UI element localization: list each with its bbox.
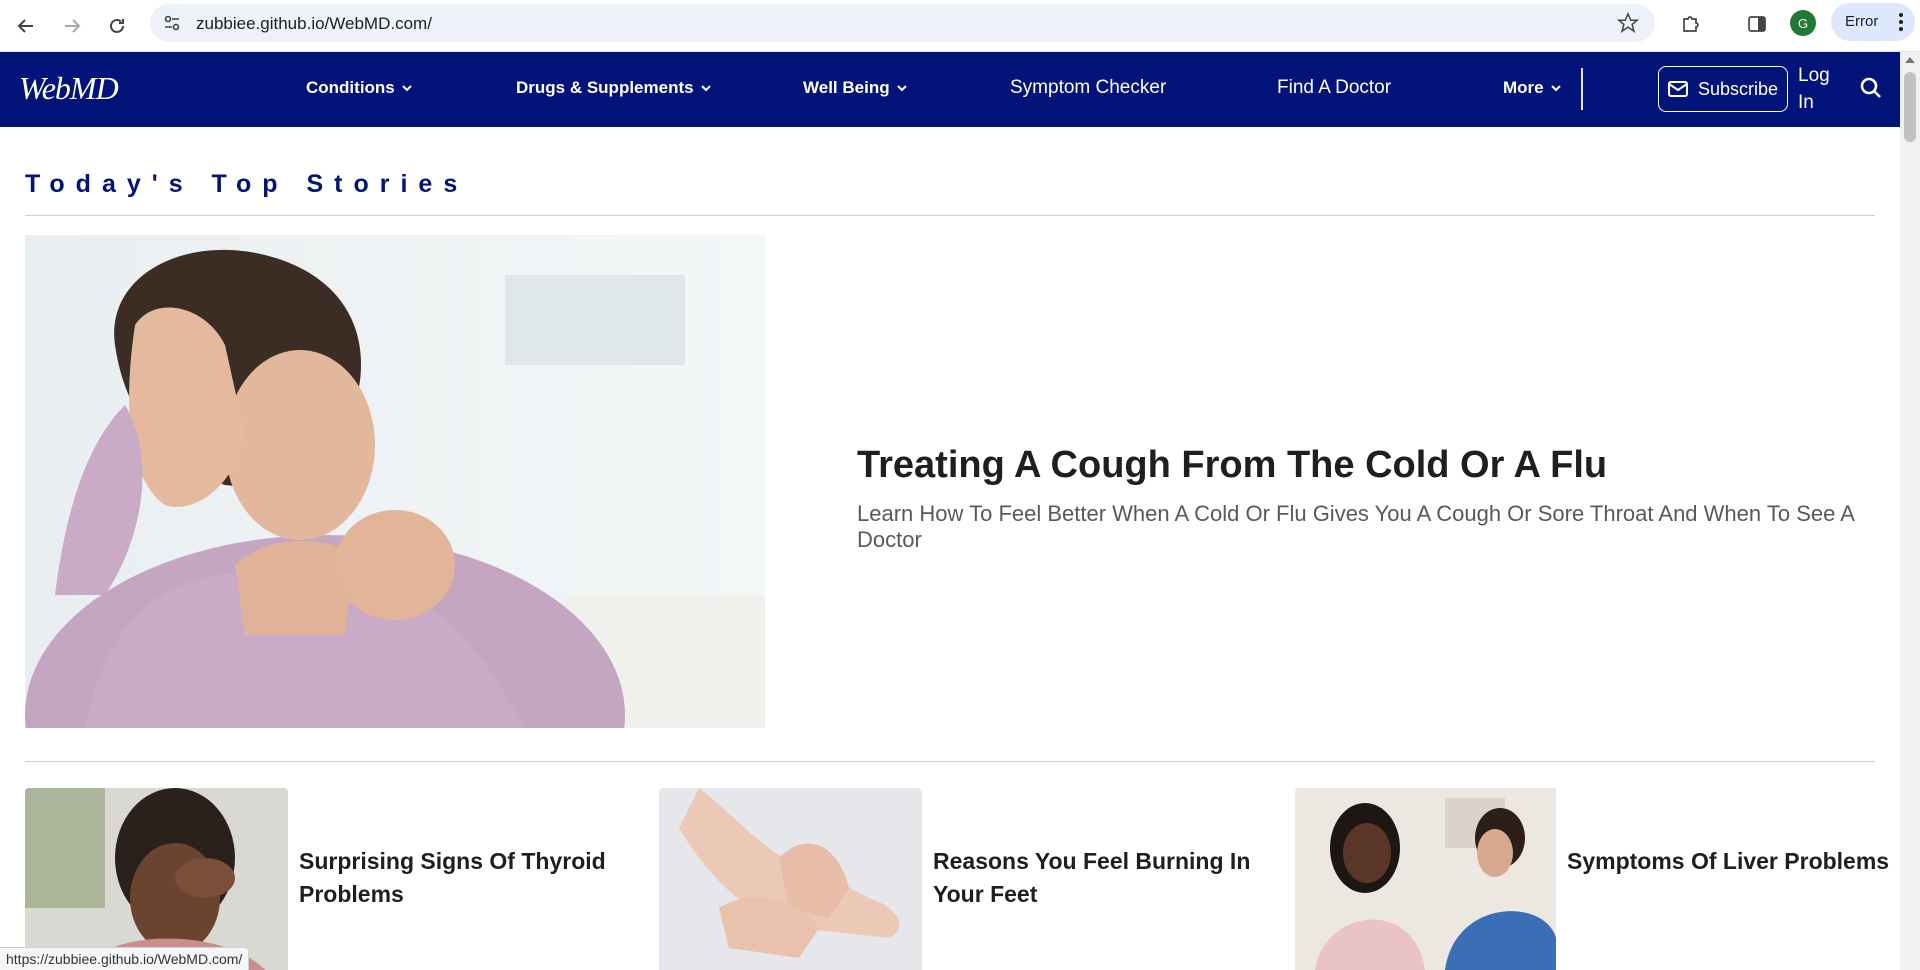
feet-massage-photo: [659, 788, 922, 970]
extensions-button[interactable]: [1678, 11, 1704, 37]
nav-more-label: More: [1503, 78, 1544, 97]
scroll-up-arrow-icon[interactable]: [1905, 57, 1915, 63]
woman-coughing-photo: [25, 235, 765, 728]
back-arrow-icon: [17, 19, 33, 33]
story-card-image[interactable]: [659, 788, 922, 970]
scrollbar-thumb[interactable]: [1904, 72, 1916, 142]
site-header: WebMD Conditions Drugs & Supplements Wel…: [0, 52, 1900, 127]
chevron-down-icon: [402, 85, 412, 92]
nav-symptom-checker[interactable]: Symptom Checker: [1010, 77, 1166, 99]
url-text[interactable]: zubbiee.github.io/WebMD.com/: [196, 14, 432, 34]
browser-toolbar: zubbiee.github.io/WebMD.com/ G Error: [0, 0, 1920, 52]
reload-icon: [110, 18, 124, 33]
forward-button[interactable]: [56, 10, 88, 42]
login-link[interactable]: Log In: [1798, 62, 1838, 116]
hero-subtitle: Learn How To Feel Better When A Cold Or …: [857, 501, 1854, 552]
subscribe-button[interactable]: Subscribe: [1658, 66, 1788, 112]
subscribe-label: Subscribe: [1697, 78, 1779, 99]
nav-conditions-label: Conditions: [306, 78, 395, 97]
nav-conditions[interactable]: Conditions: [306, 78, 413, 98]
chevron-down-icon: [1550, 85, 1561, 92]
search-icon[interactable]: [1860, 77, 1882, 99]
divider: [25, 761, 1875, 762]
envelope-icon: [1667, 81, 1688, 97]
header-divider: [1581, 68, 1583, 110]
hero-headline[interactable]: Treating A Cough From The Cold Or A Flu: [857, 444, 1607, 487]
back-button[interactable]: [10, 10, 42, 42]
address-bar[interactable]: zubbiee.github.io/WebMD.com/: [150, 4, 1655, 42]
site-info-icon[interactable]: [162, 13, 182, 33]
page-scrollbar[interactable]: [1900, 52, 1920, 970]
profile-avatar[interactable]: G: [1790, 10, 1816, 36]
story-card-title[interactable]: Surprising Signs Of Thyroid Problems: [299, 845, 629, 911]
error-label: Error: [1845, 13, 1879, 30]
nav-find-a-doctor[interactable]: Find A Doctor: [1277, 77, 1391, 99]
kebab-menu-icon: [1899, 13, 1903, 31]
forward-arrow-icon: [65, 19, 81, 33]
story-card-title[interactable]: Reasons You Feel Burning In Your Feet: [933, 845, 1263, 911]
nav-wellbeing-label: Well Being: [803, 78, 890, 97]
side-panel-button[interactable]: [1744, 11, 1770, 37]
story-card-image[interactable]: [1295, 788, 1558, 970]
woman-headache-photo: [25, 788, 288, 970]
doctor-patient-photo: [1295, 788, 1556, 970]
error-menu-button[interactable]: Error: [1831, 3, 1915, 41]
side-panel-icon: [1748, 16, 1766, 32]
reload-button[interactable]: [101, 10, 133, 42]
webmd-logo[interactable]: WebMD: [19, 70, 119, 107]
nav-symptom-checker-label: Symptom Checker: [1010, 77, 1167, 98]
nav-drugs-supplements[interactable]: Drugs & Supplements: [516, 78, 712, 98]
chevron-down-icon: [896, 85, 907, 92]
story-card-image[interactable]: [25, 788, 288, 970]
nav-more[interactable]: More: [1503, 78, 1562, 98]
nav-well-being[interactable]: Well Being: [803, 78, 908, 98]
puzzle-icon: [1683, 16, 1699, 32]
section-title: Today's Top Stories: [25, 170, 469, 198]
chevron-down-icon: [700, 85, 711, 92]
bookmark-star-icon[interactable]: [1617, 12, 1639, 34]
nav-find-doctor-label: Find A Doctor: [1277, 77, 1392, 98]
story-card-title[interactable]: Symptoms Of Liver Problems: [1567, 845, 1897, 878]
divider: [25, 215, 1875, 216]
nav-drugs-label: Drugs & Supplements: [516, 78, 694, 97]
link-status-bar: https://zubbiee.github.io/WebMD.com/: [0, 947, 250, 970]
hero-image[interactable]: [25, 235, 765, 728]
